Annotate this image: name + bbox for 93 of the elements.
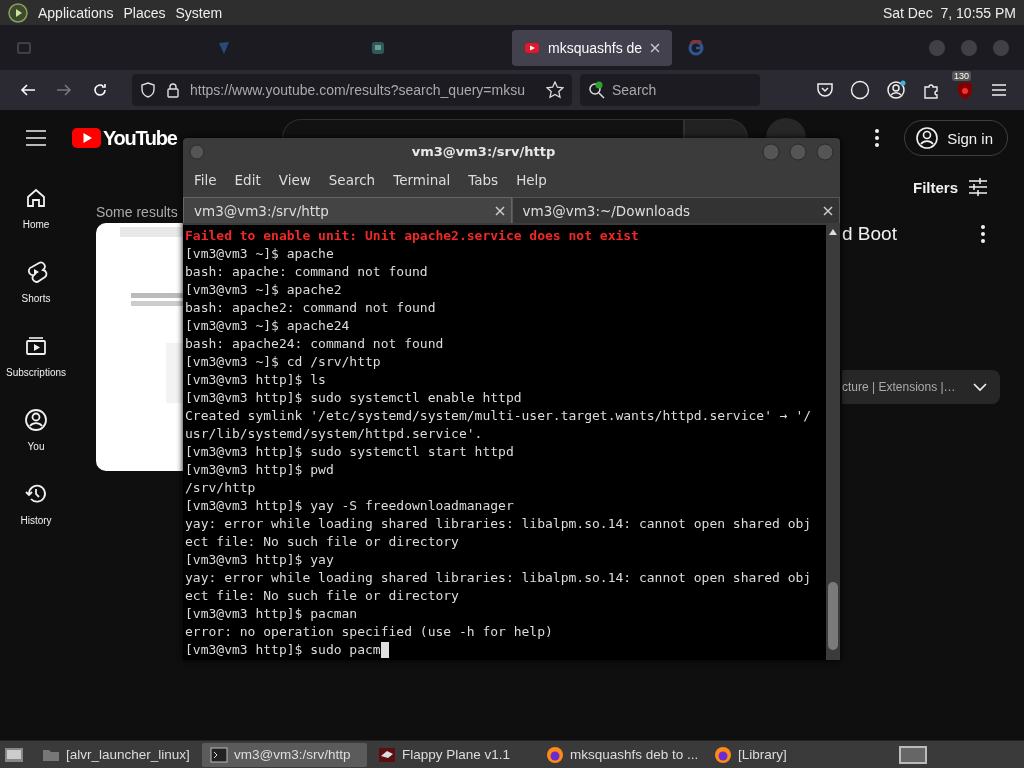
menu-item[interactable]: Terminal <box>384 172 460 188</box>
search-field[interactable]: Search <box>580 74 760 106</box>
game-icon <box>378 745 396 764</box>
sidebar-item[interactable]: You <box>0 388 72 462</box>
menu-icon[interactable] <box>990 82 1008 98</box>
google-icon <box>688 39 705 56</box>
taskbar-item[interactable]: Flappy Plane v1.1 <box>370 742 535 767</box>
terminal-icon <box>210 745 228 764</box>
circle-icon[interactable] <box>850 80 870 100</box>
menu-icon[interactable] <box>24 129 48 147</box>
profile-icon <box>24 408 48 432</box>
terminal-line: usr/lib/systemd/system/httpd.service'. <box>185 425 483 443</box>
terminal-line: [vm3@vm3 http]$ sudo systemctl enable httpd <box>185 389 522 407</box>
terminal-line: [vm3@vm3 ~]$ apache24 <box>185 317 350 335</box>
workspace-switcher[interactable] <box>899 745 927 764</box>
terminal-line: Failed to enable unit: Unit apache2.service does not exist <box>185 227 639 245</box>
terminal-line: bash: apache: command not found <box>185 263 428 281</box>
notice-text: Some results <box>96 204 179 222</box>
more-options-icon[interactable] <box>874 128 881 148</box>
terminal-line: [vm3@vm3 ~]$ apache2 <box>185 281 342 299</box>
search-field[interactable] <box>282 119 685 138</box>
window-title: vm3@vm3:/srv/http <box>410 144 557 159</box>
terminal-line: [vm3@vm3 ~]$ cd /srv/http <box>185 353 381 371</box>
browser-icon <box>714 745 732 764</box>
scrollbar-thumb[interactable] <box>828 582 838 650</box>
back-arrow-icon <box>20 82 36 98</box>
account-icon <box>915 126 940 150</box>
terminal-line: yay: error while loading shared libraries: libalpm.so.14: cannot open shared obj <box>185 515 812 533</box>
sidebar-item[interactable]: Home <box>0 166 72 240</box>
terminal-line: [vm3@vm3 ~]$ apache <box>185 245 334 263</box>
text-cursor <box>380 642 389 658</box>
star-icon[interactable] <box>546 81 564 99</box>
play-logo-icon[interactable] <box>72 128 101 148</box>
reload-icon <box>92 82 108 98</box>
terminal-line: yay: error while loading shared libraries: libalpm.so.14: cannot open shared obj <box>185 569 812 587</box>
pocket-icon[interactable] <box>816 81 834 99</box>
terminal-line: error: no operation specified (use -h for help) <box>185 623 553 641</box>
shield-extension-icon[interactable] <box>956 80 974 100</box>
sidebar-item[interactable]: Shorts <box>0 240 72 314</box>
terminal-line: [vm3@vm3 http]$ yay -S freedownloadmanager <box>185 497 514 515</box>
clock: Sat Dec 7, 10:55 PM <box>882 4 1016 21</box>
window-icon <box>16 39 32 56</box>
show-desktop-icon[interactable] <box>4 745 24 764</box>
subscriptions-icon <box>24 334 48 358</box>
menu-item[interactable]: View <box>269 172 320 188</box>
terminal-line: [vm3@vm3 http]$ sudo pacm <box>185 641 381 659</box>
history-icon <box>24 482 48 506</box>
home-icon <box>24 186 48 210</box>
lock-icon[interactable] <box>166 82 180 98</box>
terminal-line: Created symlink '/etc/systemd/system/multi-user.target.wants/httpd.service' → '/ <box>185 407 812 425</box>
chapters-dropdown[interactable]: cture | Extensions |… <box>842 370 1000 404</box>
menu-item[interactable]: File <box>185 172 226 188</box>
terminal-line: bash: apache2: command not found <box>185 299 436 317</box>
address-bar[interactable]: https://www.youtube.com/results?search_query=mksu <box>132 74 572 106</box>
terminal-line: [vm3@vm3 http]$ ls <box>185 371 326 389</box>
terminal-line: [vm3@vm3 http]$ yay <box>185 551 334 569</box>
taskbar-item[interactable]: mksquashfs deb to ... <box>538 742 703 767</box>
taskbar-item[interactable]: [Library] <box>706 742 871 767</box>
terminal-line: [vm3@vm3 http]$ pacman <box>185 605 358 623</box>
video-title[interactable]: d Boot <box>842 223 897 245</box>
sidebar-item[interactable]: Subscriptions <box>0 314 72 388</box>
scroll-up-icon[interactable] <box>829 229 837 235</box>
sidebar-item[interactable]: History <box>0 462 72 536</box>
chevron-down-icon <box>972 382 988 392</box>
panel-menu[interactable]: System <box>175 4 223 21</box>
filters-label[interactable]: Filters <box>913 178 958 196</box>
terminal-tab[interactable]: vm3@vm3:~/Downloads <box>511 197 840 223</box>
forward-arrow-icon <box>56 82 72 98</box>
browser-tab[interactable]: mksquashfs de <box>512 29 673 66</box>
menu-item[interactable]: Search <box>319 172 385 188</box>
terminal-line: [vm3@vm3 http]$ pwd <box>185 461 334 479</box>
terminal-line: ect file: No such file or directory <box>185 533 459 551</box>
count-badge: 130 <box>952 71 972 81</box>
puzzle-icon[interactable] <box>922 81 940 99</box>
terminal-line: [vm3@vm3 http]$ sudo systemctl start httpd <box>185 443 514 461</box>
terminal-line: bash: apache24: command not found <box>185 335 444 353</box>
panel-menu[interactable]: Applications <box>38 4 114 21</box>
menu-item[interactable]: Tabs <box>459 172 508 188</box>
logo-text[interactable]: YouTube <box>103 126 177 150</box>
more-options-icon[interactable] <box>980 224 986 244</box>
distro-logo-icon[interactable] <box>8 2 28 23</box>
terminal-line: /srv/http <box>185 479 256 497</box>
app-icon <box>370 39 386 56</box>
taskbar-item[interactable]: vm3@vm3:/srv/http <box>202 742 367 767</box>
panel-menu[interactable]: Places <box>123 4 166 21</box>
menu-item[interactable]: Help <box>507 172 556 188</box>
sliders-icon[interactable] <box>968 178 988 196</box>
browser-icon <box>546 745 564 764</box>
terminal-line: ect file: No such file or directory <box>185 587 459 605</box>
terminal-tab[interactable]: vm3@vm3:/srv/http <box>183 197 512 223</box>
taskbar-item[interactable]: [alvr_launcher_linux] <box>34 742 199 767</box>
account-icon[interactable] <box>886 80 906 100</box>
menu-item[interactable]: Edit <box>225 172 270 188</box>
